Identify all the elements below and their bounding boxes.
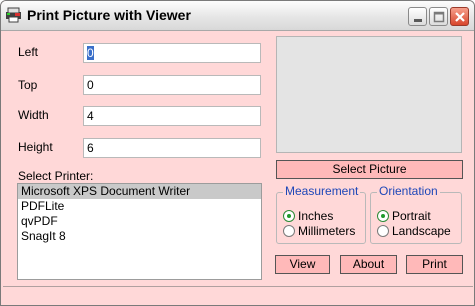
orientation-legend: Orientation	[377, 184, 440, 198]
landscape-radio[interactable]	[377, 225, 389, 237]
printer-item[interactable]: PDFLite	[18, 199, 261, 214]
window-title: Print Picture with Viewer	[27, 7, 191, 23]
minimize-icon	[414, 19, 422, 22]
printer-label: Select Printer:	[18, 169, 94, 183]
top-label: Top	[18, 78, 38, 92]
portrait-label: Portrait	[392, 209, 431, 223]
close-icon	[455, 12, 465, 22]
millimeters-radio[interactable]	[283, 225, 295, 237]
printer-item[interactable]: Microsoft XPS Document Writer	[18, 184, 261, 199]
inches-radio[interactable]	[283, 210, 295, 222]
height-input[interactable]: 6	[83, 138, 261, 158]
inches-label: Inches	[298, 209, 334, 223]
printer-item[interactable]: SnagIt 8	[18, 229, 261, 244]
status-bar	[3, 286, 473, 303]
top-input[interactable]: 0	[83, 75, 261, 95]
printer-list[interactable]: Microsoft XPS Document Writer PDFLite qv…	[17, 183, 262, 280]
picture-preview	[276, 36, 462, 153]
millimeters-label: Millimeters	[298, 224, 356, 238]
close-button[interactable]	[450, 7, 469, 26]
left-label: Left	[18, 45, 39, 59]
top-value: 0	[87, 78, 94, 92]
measurement-group: Measurement Inches Millimeters	[276, 184, 366, 244]
select-picture-button[interactable]: Select Picture	[276, 160, 463, 179]
app-printer-icon	[6, 7, 21, 23]
maximize-button[interactable]	[429, 7, 448, 26]
height-value: 6	[87, 141, 94, 155]
view-button[interactable]: View	[275, 255, 330, 274]
printer-item[interactable]: qvPDF	[18, 214, 261, 229]
orientation-group: Orientation Portrait Landscape	[370, 184, 462, 244]
width-label: Width	[18, 108, 49, 122]
width-input[interactable]: 4	[83, 106, 261, 126]
left-input[interactable]: 0	[83, 43, 261, 63]
minimize-button[interactable]	[408, 7, 427, 26]
measurement-legend: Measurement	[283, 184, 361, 198]
maximize-icon	[433, 11, 445, 23]
about-button[interactable]: About	[340, 255, 397, 274]
width-value: 4	[87, 109, 94, 123]
title-bar[interactable]: Print Picture with Viewer	[1, 1, 474, 31]
portrait-radio[interactable]	[377, 210, 389, 222]
height-label: Height	[18, 140, 53, 154]
print-button[interactable]: Print	[406, 255, 463, 274]
app-window: Print Picture with Viewer Left 0 Top 0 W…	[0, 0, 475, 306]
left-value: 0	[87, 46, 94, 60]
landscape-label: Landscape	[392, 224, 451, 238]
